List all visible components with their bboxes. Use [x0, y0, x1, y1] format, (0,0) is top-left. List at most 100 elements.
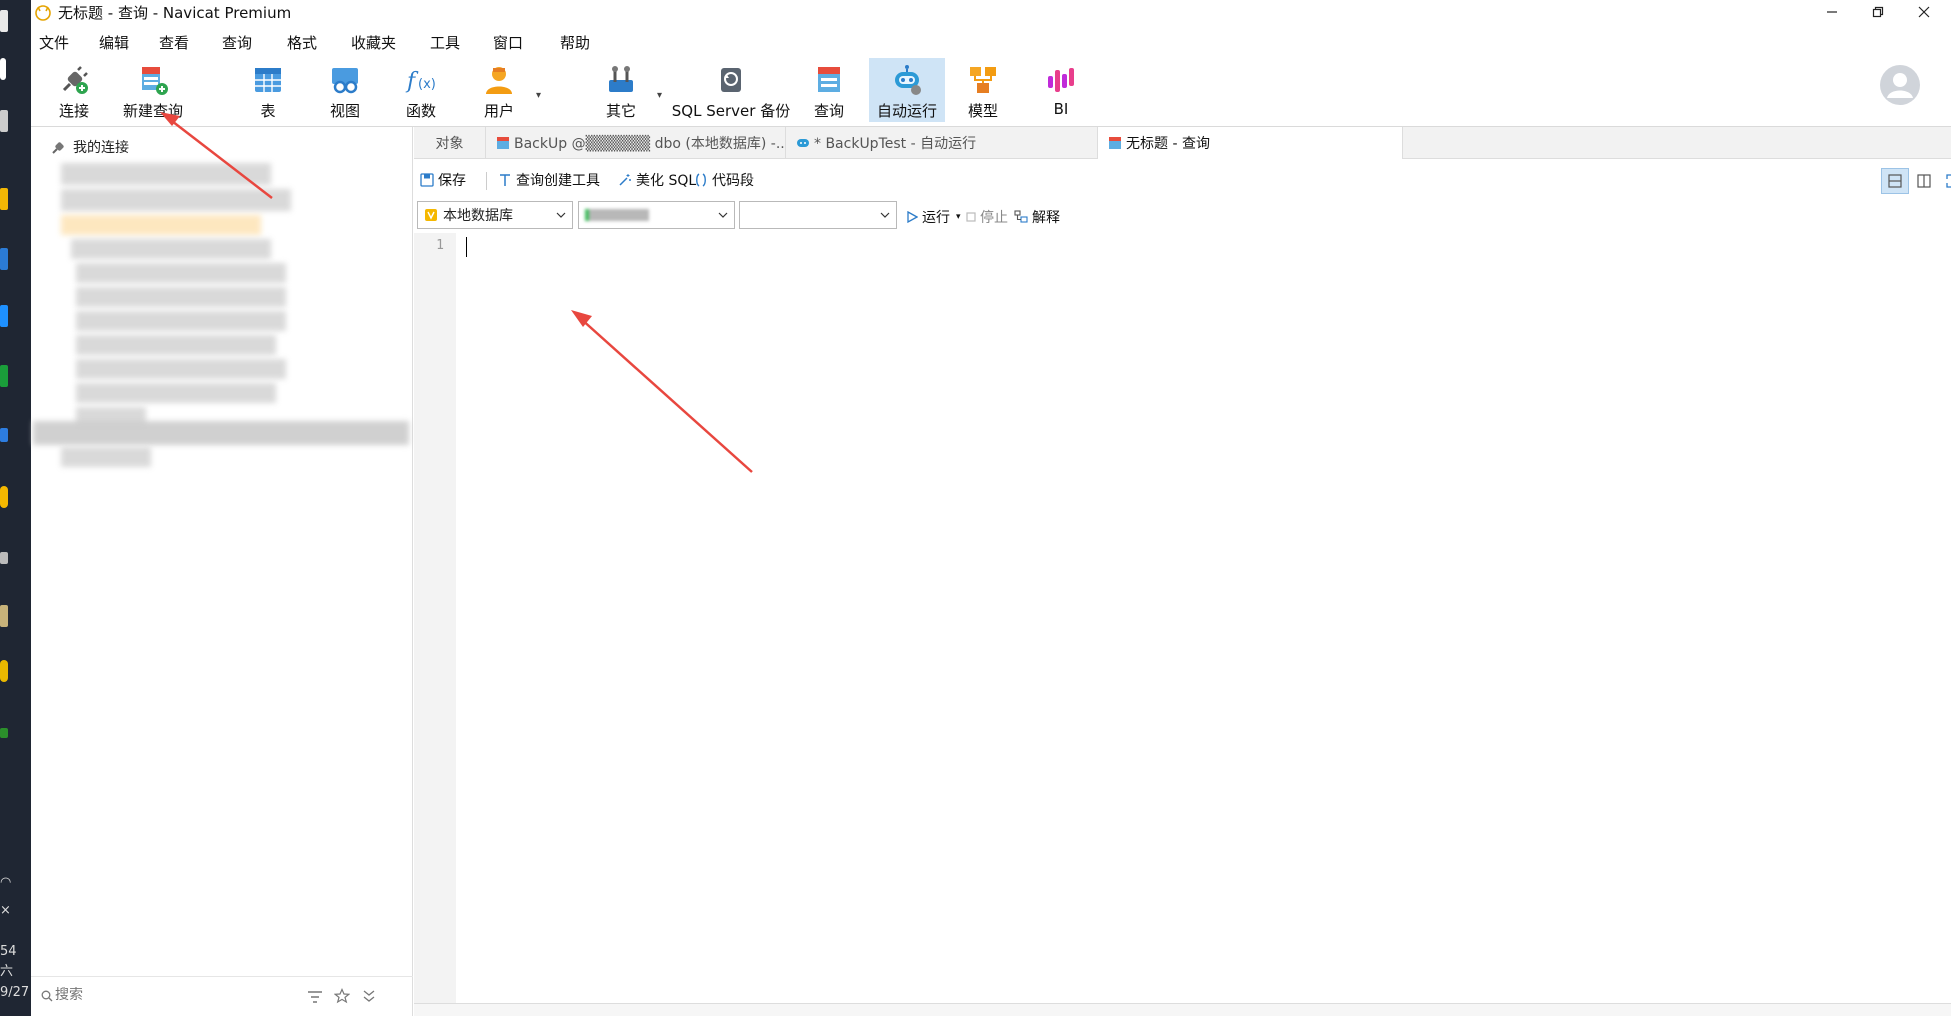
text-caret — [466, 237, 467, 257]
layout-stacked-toggle[interactable] — [1881, 168, 1909, 194]
tab-untitled-query[interactable]: 无标题 - 查询 — [1098, 127, 1403, 159]
explain-button[interactable]: 解释 — [1014, 207, 1060, 227]
database-select[interactable] — [578, 201, 735, 229]
menu-tools[interactable]: 工具 — [430, 32, 460, 53]
schema-select[interactable] — [739, 201, 897, 229]
clock-time[interactable]: 54 — [0, 944, 17, 960]
fullscreen-toggle[interactable] — [1939, 168, 1951, 194]
taskbar-app-icon[interactable] — [0, 248, 8, 270]
redacted-tree-item[interactable] — [76, 311, 286, 331]
taskbar-app-icon[interactable] — [0, 110, 8, 132]
main-toolbar: 连接 新建查询 表 视图 f (x) 函数 用户 ▾ 其它 ▾ SQL Serv… — [31, 56, 1951, 126]
taskbar-app-icon[interactable] — [0, 486, 8, 508]
minimize-button[interactable] — [1809, 0, 1855, 24]
user-dropdown-caret-icon[interactable]: ▾ — [536, 90, 541, 101]
save-button[interactable]: 保存 — [420, 170, 466, 190]
taskbar-app-icon[interactable] — [0, 58, 6, 80]
taskbar-app-icon[interactable] — [0, 428, 8, 442]
layout-side-by-side-toggle[interactable] — [1910, 168, 1938, 194]
menu-query[interactable]: 查询 — [222, 32, 252, 53]
table-icon — [497, 137, 509, 149]
user-button[interactable]: 用户 — [469, 58, 529, 122]
view-button[interactable]: 视图 — [315, 58, 375, 122]
backup-icon — [721, 68, 741, 92]
restore-button[interactable] — [1855, 0, 1901, 24]
bi-label: BI — [1053, 100, 1069, 118]
connection-tree-pane: 我的连接 — [31, 127, 413, 1016]
taskbar-app-icon[interactable] — [0, 660, 8, 682]
redacted-tree-item[interactable] — [61, 163, 271, 185]
taskbar-app-icon[interactable] — [0, 188, 8, 210]
table-button[interactable]: 表 — [238, 58, 298, 122]
taskbar-app-icon[interactable] — [0, 10, 8, 32]
other-dropdown-caret-icon[interactable]: ▾ — [657, 90, 662, 101]
taskbar-app-icon[interactable] — [0, 728, 8, 738]
taskbar-app-icon[interactable] — [0, 305, 8, 327]
other-button[interactable]: 其它 — [591, 58, 651, 122]
query-button[interactable]: 查询 — [799, 58, 859, 122]
menu-format[interactable]: 格式 — [287, 32, 317, 53]
tab-automation-backuptest[interactable]: * BackUpTest - 自动运行 — [786, 127, 1098, 159]
menu-help[interactable]: 帮助 — [560, 32, 590, 53]
sqlserver-backup-button[interactable]: SQL Server 备份 — [671, 58, 791, 122]
run-button[interactable]: 运行 ▾ — [906, 207, 961, 227]
new-query-button[interactable]: 新建查询 — [111, 58, 195, 122]
model-button[interactable]: 模型 — [953, 58, 1013, 122]
user-avatar-icon[interactable] — [1879, 64, 1921, 106]
close-button[interactable] — [1901, 0, 1947, 24]
table-label: 表 — [260, 102, 276, 120]
layout-columns-icon — [1917, 174, 1931, 188]
function-button[interactable]: f (x) 函数 — [391, 58, 451, 122]
menu-file[interactable]: 文件 — [39, 32, 69, 53]
user-label: 用户 — [483, 102, 514, 120]
tree-search-input[interactable] — [55, 987, 295, 1003]
taskbar-app-icon[interactable] — [0, 552, 8, 564]
automation-button[interactable]: 自动运行 — [869, 58, 945, 122]
connection-plug-icon — [52, 142, 64, 154]
volume-icon[interactable]: × — [0, 903, 11, 919]
redacted-tree-item[interactable] — [76, 359, 286, 379]
redacted-tree-item[interactable] — [76, 383, 276, 403]
robot-icon — [895, 65, 921, 95]
taskbar-app-icon[interactable] — [0, 365, 8, 387]
new-query-icon — [142, 67, 168, 95]
filter-icon[interactable] — [307, 990, 323, 1004]
redacted-tree-item[interactable] — [76, 263, 286, 283]
collapse-icon[interactable] — [361, 988, 377, 1004]
tab-objects[interactable]: 对象 — [414, 127, 486, 159]
star-icon[interactable] — [334, 988, 350, 1004]
redacted-tree-item[interactable] — [76, 335, 276, 355]
sql-editor[interactable]: 1 — [414, 233, 1951, 1003]
code-snippet-button[interactable]: 代码段 — [694, 170, 754, 190]
bi-button[interactable]: BI — [1031, 58, 1091, 122]
redacted-tree-item[interactable] — [71, 239, 271, 259]
svg-text:(x): (x) — [418, 77, 436, 92]
redacted-tree-item[interactable] — [76, 287, 286, 307]
connection-db-icon — [425, 209, 437, 221]
menu-window[interactable]: 窗口 — [493, 32, 523, 53]
taskbar-app-icon[interactable] — [0, 605, 8, 627]
menu-view[interactable]: 查看 — [159, 32, 189, 53]
run-label: 运行 — [922, 210, 950, 226]
connect-label: 连接 — [58, 102, 89, 120]
redacted-tree-item[interactable] — [61, 215, 261, 235]
redacted-tree-item[interactable] — [61, 447, 151, 467]
run-dropdown-caret-icon[interactable]: ▾ — [956, 212, 961, 222]
tree-root-my-connections[interactable]: 我的连接 — [51, 137, 129, 157]
redacted-tree-item-selected[interactable] — [33, 421, 409, 445]
stop-button[interactable]: 停止 — [966, 207, 1008, 227]
connection-select[interactable]: 本地数据库 — [417, 201, 573, 229]
beautify-sql-button[interactable]: 美化 SQL — [618, 170, 696, 190]
view-icon — [332, 68, 358, 94]
tab-backup-object[interactable]: BackUp @▒▒▒▒▒▒ dbo (本地数据库) -... — [486, 127, 786, 159]
clock-weekday: 六 — [0, 964, 14, 979]
connect-button[interactable]: 连接 — [43, 58, 105, 122]
redacted-tree-item[interactable] — [61, 189, 291, 211]
tab-untitled-query-label: 无标题 - 查询 — [1126, 136, 1210, 152]
menu-favorites[interactable]: 收藏夹 — [351, 32, 396, 53]
menu-edit[interactable]: 编辑 — [99, 32, 129, 53]
wifi-icon[interactable]: ◠ — [0, 875, 11, 891]
tools-icon — [609, 66, 633, 92]
query-builder-button[interactable]: 查询创建工具 — [498, 170, 600, 190]
connection-select-value: 本地数据库 — [443, 208, 513, 224]
